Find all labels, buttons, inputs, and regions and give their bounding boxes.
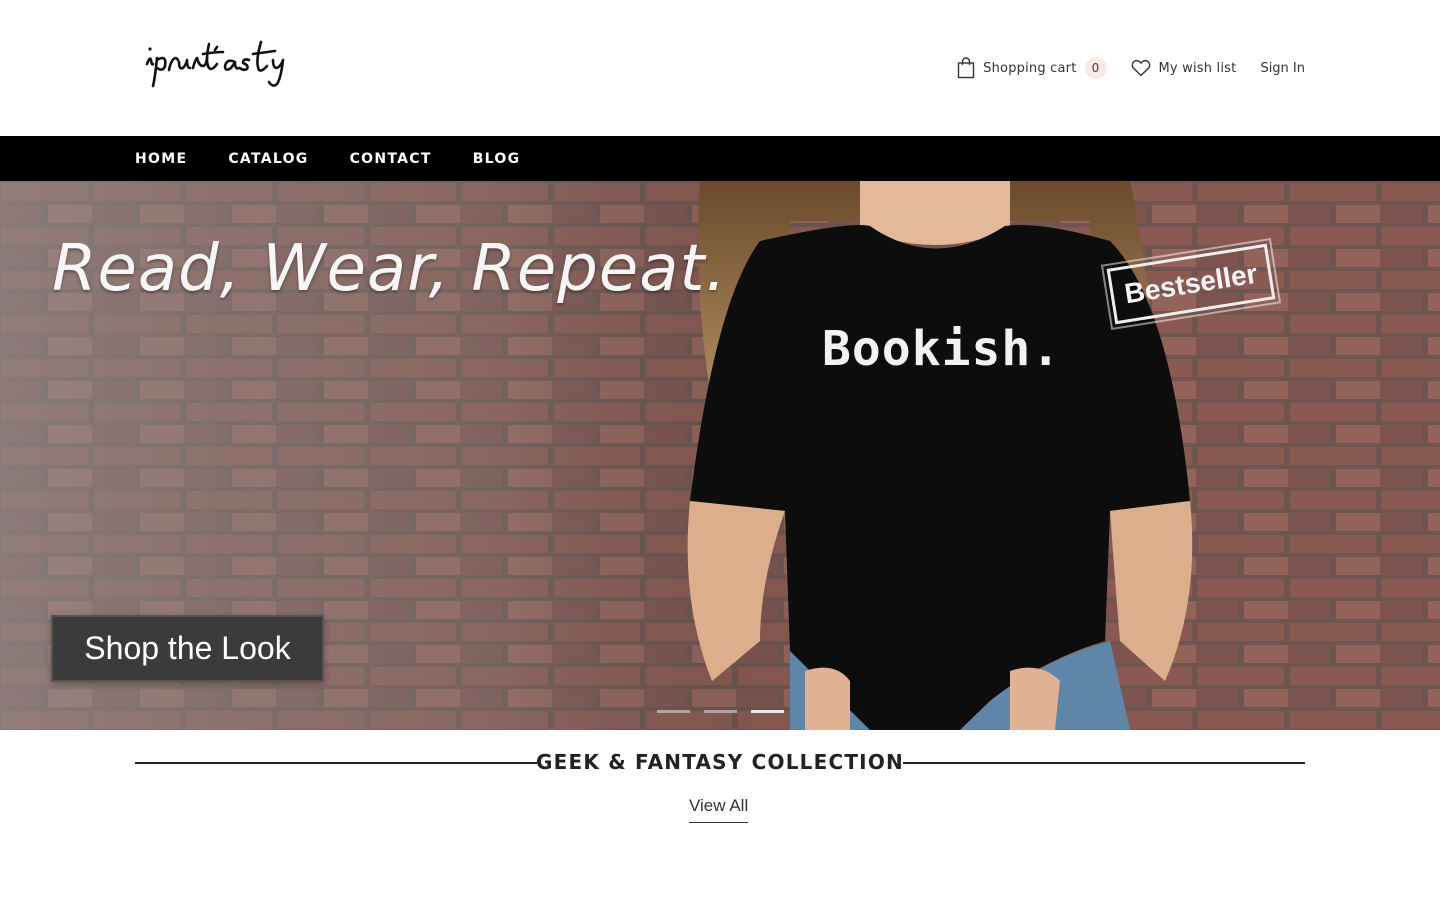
shirt-print-text: Bookish.	[822, 321, 1062, 377]
nav-item-contact[interactable]: CONTACT	[350, 151, 432, 167]
hero-headline: Read, Wear, Repeat.	[52, 232, 727, 306]
slider-dot-3[interactable]	[751, 710, 784, 713]
main-nav: HOME CATALOG CONTACT BLOG	[0, 136, 1440, 181]
wishlist-link[interactable]: My wish list	[1131, 59, 1237, 77]
slider-dot-2[interactable]	[704, 710, 737, 713]
sign-in-link[interactable]: Sign In	[1260, 61, 1305, 76]
shop-the-look-button[interactable]: Shop the Look	[51, 615, 324, 682]
hero-slider[interactable]: Read, Wear, Repeat. Bookish. Bestseller …	[0, 181, 1440, 730]
logo-script-icon	[145, 40, 285, 88]
view-all-link[interactable]: View All	[689, 796, 749, 823]
slider-dots	[657, 710, 798, 713]
header-links: Shopping cart 0 My wish list Sign In	[957, 54, 1305, 82]
slider-dot-1[interactable]	[657, 710, 690, 713]
nav-item-blog[interactable]: BLOG	[473, 151, 521, 167]
section-title: GEEK & FANTASY COLLECTION	[536, 750, 904, 774]
wishlist-label: My wish list	[1158, 60, 1237, 76]
site-logo[interactable]: iprintasty	[145, 34, 330, 94]
cart-label: Shopping cart	[983, 60, 1077, 76]
collection-heading: GEEK & FANTASY COLLECTION	[135, 750, 1305, 776]
sign-in-label: Sign In	[1260, 60, 1305, 76]
shopping-bag-icon	[957, 57, 975, 79]
shopping-cart-link[interactable]: Shopping cart 0	[957, 57, 1107, 79]
heart-icon	[1131, 59, 1151, 77]
nav-item-home[interactable]: HOME	[135, 151, 187, 167]
nav-items: HOME CATALOG CONTACT BLOG	[135, 136, 561, 181]
site-header: iprintasty Shopping cart 0 My wish list …	[0, 0, 1440, 136]
cart-count-badge: 0	[1084, 57, 1107, 79]
nav-item-catalog[interactable]: CATALOG	[228, 151, 308, 167]
